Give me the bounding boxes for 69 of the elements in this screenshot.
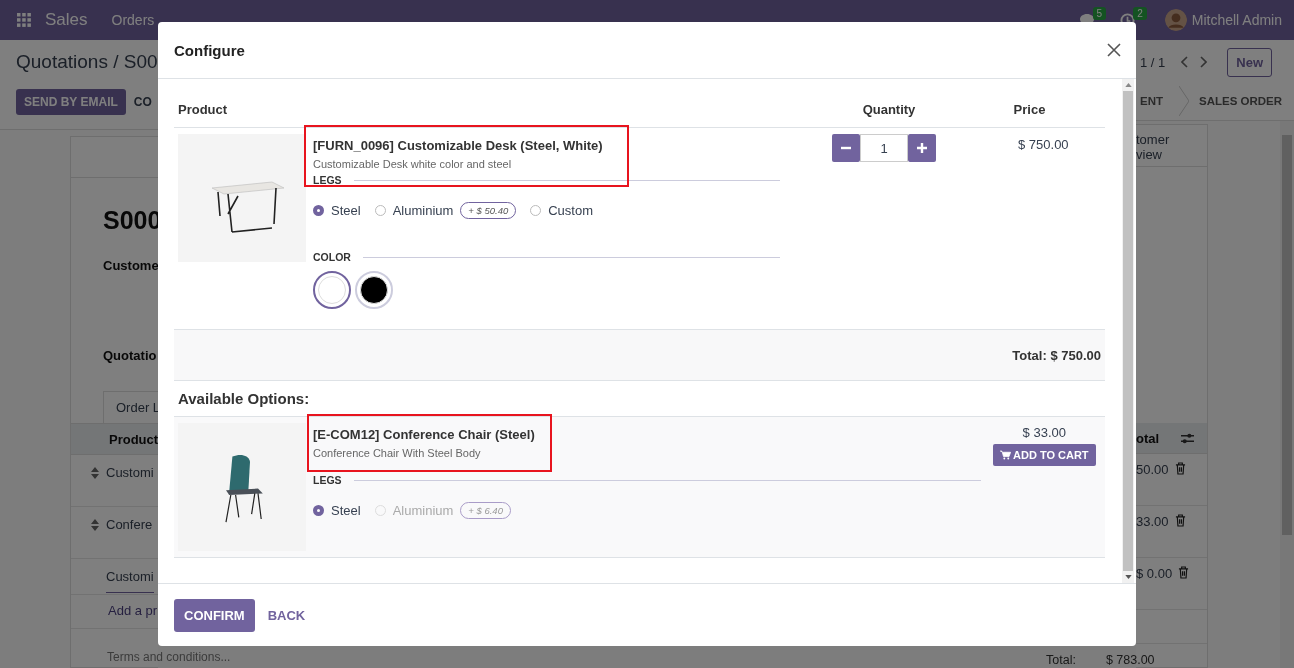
field-label: Quotatio (102, 348, 158, 365)
table-cell: Confere (106, 517, 153, 532)
add-to-cart-button[interactable]: ADD TO CART (993, 444, 1096, 466)
status-stage[interactable]: SALES ORDER (1199, 95, 1283, 107)
confirm-button[interactable]: CONFIRM (174, 598, 255, 632)
trash-icon[interactable] (1174, 462, 1186, 475)
drag-handle-icon[interactable] (91, 467, 99, 479)
new-button[interactable]: New (1227, 47, 1273, 77)
table-cell: $ 0.00 (1136, 566, 1173, 581)
field-label: Custome (102, 258, 158, 275)
table-cell: Customi (106, 569, 154, 593)
attribute-label: LEGS (313, 174, 342, 186)
breadcrumb[interactable]: Quotations / S00 (0, 40, 158, 78)
scroll-up-icon[interactable] (1124, 83, 1132, 87)
count-badge: 2 (1133, 6, 1147, 20)
app-name[interactable]: Sales (45, 10, 88, 30)
user-name[interactable]: Mitchell Admin (1191, 12, 1282, 28)
column-header: Price (1012, 102, 1047, 117)
dialog-title: Configure (174, 41, 245, 59)
status-stage[interactable]: ENT (1140, 95, 1163, 107)
attribute-label: COLOR (313, 251, 351, 263)
back-button[interactable]: BACK (260, 598, 313, 632)
option-label[interactable]: Steel (331, 203, 361, 218)
apps-grid-icon[interactable] (17, 13, 31, 27)
scrollbar[interactable] (1122, 79, 1134, 583)
scroll-down-icon[interactable] (1124, 575, 1132, 579)
trash-icon[interactable] (1174, 514, 1186, 527)
option-price: $ 33.00 (1022, 425, 1066, 440)
next-icon[interactable] (1199, 56, 1208, 68)
menu-item[interactable]: Orders (111, 12, 155, 28)
add-line-link[interactable]: Add a pr (108, 603, 158, 618)
table-cell: 33.00 (1136, 514, 1169, 529)
radio-button[interactable] (313, 205, 324, 216)
product-name: [FURN_0096] Customizable Desk (Steel, White) (313, 138, 604, 153)
settings-sliders-icon[interactable] (1180, 431, 1195, 445)
pager-counter: 1 / 1 (1140, 54, 1166, 70)
option-label[interactable]: Aluminium (392, 203, 454, 218)
total-amount: $ 783.00 (1105, 654, 1155, 667)
table-cell: 50.00 (1136, 462, 1169, 477)
decrease-button[interactable] (832, 134, 860, 162)
scrollbar[interactable] (1280, 121, 1294, 668)
close-icon[interactable] (1107, 43, 1121, 57)
option-label[interactable]: Custom (548, 203, 593, 218)
product-name: [E-COM12] Conference Chair (Steel) (313, 427, 536, 442)
column-header: Quantity (861, 102, 917, 117)
terms-field[interactable]: Terms and conditions... (107, 650, 231, 664)
radio-button[interactable] (313, 505, 324, 516)
record-name: S000 (102, 205, 158, 236)
trash-icon[interactable] (1178, 566, 1190, 579)
drag-handle-icon[interactable] (91, 519, 99, 531)
increase-button[interactable] (908, 134, 936, 162)
total-label: Total: (1046, 654, 1076, 667)
send-by-email-button[interactable]: SEND BY EMAIL (16, 89, 126, 115)
previous-icon[interactable] (1181, 56, 1190, 68)
product-price: $ 750.00 (1018, 136, 1069, 154)
table-cell: Customi (106, 465, 154, 480)
product-description: Conference Chair With Steel Body (313, 447, 482, 459)
quantity-input[interactable]: 1 (860, 134, 908, 162)
column-header[interactable]: otal (1136, 430, 1160, 446)
plus-icon (917, 143, 927, 153)
product-description: Customizable Desk white color and steel (313, 158, 513, 170)
cart-icon (1000, 450, 1011, 460)
column-header: Product (177, 102, 229, 117)
action-button[interactable]: CO (133, 89, 152, 115)
attribute-label: LEGS (313, 474, 342, 486)
option-label[interactable]: Steel (331, 503, 361, 518)
dialog-total: Total: $ 750.00 (1012, 347, 1101, 363)
color-swatch[interactable] (313, 271, 351, 309)
count-badge: 5 (1092, 6, 1107, 20)
